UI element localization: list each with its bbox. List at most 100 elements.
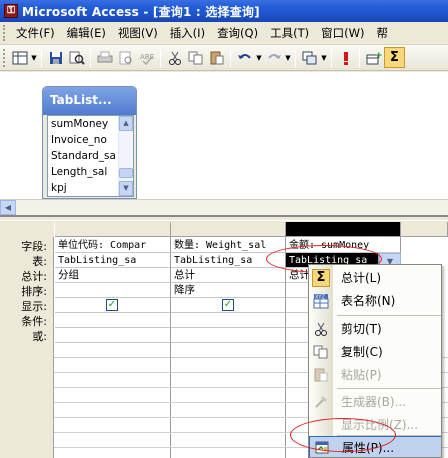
run-icon[interactable] [335,47,356,68]
row-label-field: 字段: [21,240,47,253]
scissors-icon[interactable] [164,47,185,68]
menu-item-paste[interactable]: 粘贴(P) [309,363,441,386]
menu-item-label: 表名称(N) [341,294,396,308]
menu-item-copy[interactable]: 复制(C) [309,340,441,363]
redo-icon[interactable] [263,47,284,68]
print-icon[interactable] [94,47,115,68]
menu-separator [337,388,441,389]
criteria-cell[interactable] [55,313,171,328]
undo-icon[interactable] [234,47,255,68]
scroll-up-icon[interactable]: ▲ [119,116,133,131]
scroll-left-icon[interactable]: ◀ [0,200,16,215]
title-bar: ⚿ Microsoft Access - [查询1 : 选择查询] [0,0,448,22]
copy-icon [309,340,333,363]
toolbar: ▼ ABC ▼ ▼ ▼ + Σ [0,45,448,71]
row-label-show: 显示: [21,300,47,313]
menu-edit[interactable]: 编辑(E) [61,23,112,43]
table-name-icon: XYZ [309,289,333,312]
redo-dropdown-icon[interactable]: ▼ [284,54,292,62]
total-cell[interactable]: 分组 [55,268,171,283]
menu-item-properties[interactable]: 属性(P)... [309,436,441,457]
show-table-icon[interactable]: + [363,47,384,68]
copy-icon[interactable] [185,47,206,68]
column-selector[interactable] [401,222,448,237]
menu-item-table-names[interactable]: XYZ 表名称(N) [309,289,441,312]
show-checkbox[interactable]: ✓ [222,299,234,311]
paste-icon [309,363,333,386]
table-cell[interactable]: TabListing_sa [171,253,286,268]
query-type-icon[interactable] [299,47,320,68]
field-cell[interactable]: 金额: sumMoney [286,238,401,253]
field-cell[interactable]: 单位代码: Compar [55,238,171,253]
context-menu: Σ 总计(L) XYZ 表名称(N) 剪切(T) 复制(C) 粘贴(P) 生成器… [308,264,442,458]
field-list-scrollbar[interactable]: ▲ ▼ [118,116,133,196]
grid-corner [0,222,54,237]
menu-item-totals[interactable]: Σ 总计(L) [309,266,441,289]
scissors-icon [309,317,333,340]
save-icon[interactable] [45,47,66,68]
pane-splitter[interactable] [0,215,448,221]
blank-cell[interactable] [55,343,171,358]
menu-item-label: 复制(C) [341,345,383,359]
sort-cell[interactable] [55,283,171,298]
show-checkbox[interactable]: ✓ [106,299,118,311]
row-label-criteria: 条件: [21,315,47,328]
sort-cell[interactable]: 降序 [171,283,286,298]
view-icon[interactable] [9,47,30,68]
table-field-list[interactable]: TabList... sumMoney Invoice_no Standard_… [42,86,137,199]
menu-insert[interactable]: 插入(I) [164,23,211,43]
or-cell[interactable] [55,328,171,343]
toolbar-separator [41,48,42,67]
total-cell[interactable]: 总计 [171,268,286,283]
field-list[interactable]: sumMoney Invoice_no Standard_sa Length_s… [47,115,134,197]
menu-item-cut[interactable]: 剪切(T) [309,317,441,340]
spelling-icon[interactable]: ABC [136,47,157,68]
menu-window[interactable]: 窗口(W) [315,23,370,43]
menubar-grip[interactable] [3,25,6,41]
menu-item-zoom[interactable]: 显示比例(Z)... [309,413,441,436]
horizontal-scrollbar[interactable]: ◀ [0,199,448,215]
menu-bar: 文件(F) 编辑(E) 视图(V) 插入(I) 查询(Q) 工具(T) 窗口(W… [0,22,448,45]
row-label-or: 或: [32,330,47,343]
toolbar-separator [359,48,360,67]
criteria-cell[interactable] [171,313,286,328]
search-icon[interactable] [66,47,87,68]
paste-icon[interactable] [206,47,227,68]
show-cell[interactable]: ✓ [171,298,286,313]
menu-file[interactable]: 文件(F) [10,23,61,43]
view-dropdown-icon[interactable]: ▼ [30,54,38,62]
zoom-icon [309,413,333,436]
print-preview-icon[interactable] [115,47,136,68]
menu-item-label: 总计(L) [341,271,382,285]
toolbar-separator [331,48,332,67]
row-label-table: 表: [32,255,47,268]
menu-item-label: 剪切(T) [341,322,382,336]
row-headers: 字段: 表: 总计: 排序: 显示: 条件: 或: [0,222,54,458]
scroll-down-icon[interactable]: ▼ [119,181,133,196]
window-title: Microsoft Access - [查询1 : 选择查询] [22,4,260,19]
menu-view[interactable]: 视图(V) [112,23,164,43]
scroll-thumb[interactable] [119,168,133,178]
totals-icon[interactable]: Σ [384,47,405,68]
menu-help[interactable]: 帮 [370,23,394,43]
blank-cell[interactable] [171,343,286,358]
table-cell[interactable]: TabListing_sa [55,253,171,268]
toolbar-grip[interactable] [3,48,6,67]
or-cell[interactable] [171,328,286,343]
table-field-list-title[interactable]: TabList... [43,87,136,115]
menu-item-label: 属性(P)... [342,440,395,455]
key-icon[interactable]: ⚿ [4,4,18,18]
query-type-dropdown-icon[interactable]: ▼ [320,54,328,62]
field-cell[interactable]: 数量: Weight_sal [171,238,286,253]
column-selector-active[interactable] [286,222,401,237]
show-cell[interactable]: ✓ [55,298,171,313]
column-selector[interactable] [171,222,286,237]
menu-item-builder[interactable]: 生成器(B)... [309,390,441,413]
column-selector[interactable] [55,222,171,237]
svg-text:+: + [375,51,382,61]
menu-query[interactable]: 查询(Q) [211,23,264,43]
undo-dropdown-icon[interactable]: ▼ [255,54,263,62]
menu-separator [337,315,441,316]
menu-item-label: 显示比例(Z)... [341,418,419,432]
menu-tools[interactable]: 工具(T) [264,23,315,43]
